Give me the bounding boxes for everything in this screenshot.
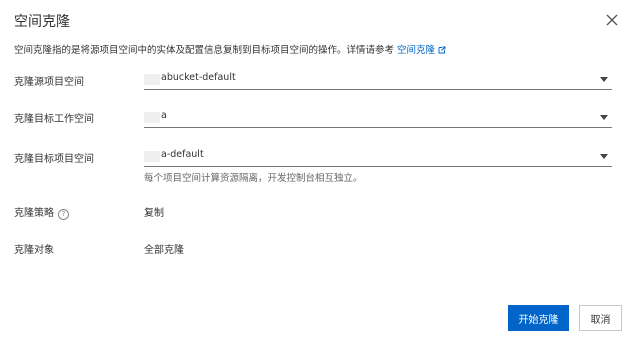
redacted-mask	[144, 74, 160, 85]
source-project-select[interactable]: abucket-default	[144, 71, 612, 90]
target-project-value: a-default	[161, 149, 204, 160]
description-text: 空间克隆指的是将源项目空间中的实体及配置信息复制到目标项目空间的操作。详情请参考	[14, 45, 395, 56]
redacted-mask	[144, 151, 160, 162]
redacted-mask	[144, 112, 160, 123]
target-workspace-label: 克隆目标工作空间	[14, 114, 94, 125]
target-project-hint: 每个项目空间计算资源隔离，开发控制台相互独立。	[144, 173, 363, 184]
strategy-value: 复制	[144, 208, 164, 219]
target-workspace-select[interactable]: a	[144, 109, 612, 128]
external-link-icon	[438, 46, 446, 57]
dialog-description: 空间克隆指的是将源项目空间中的实体及配置信息复制到目标项目空间的操作。详情请参考…	[14, 42, 446, 57]
source-project-label: 克隆源项目空间	[14, 77, 84, 88]
cancel-button[interactable]: 取消	[579, 305, 622, 331]
doc-link-label: 空间克隆	[397, 45, 436, 56]
strategy-label: 克隆策略	[14, 208, 54, 219]
start-clone-button[interactable]: 开始克隆	[508, 305, 569, 331]
clone-dialog: 空间克隆 空间克隆指的是将源项目空间中的实体及配置信息复制到目标项目空间的操作。…	[0, 0, 632, 348]
chevron-down-icon[interactable]	[600, 154, 608, 159]
object-value: 全部克隆	[144, 245, 184, 256]
dialog-title: 空间克隆	[14, 14, 70, 30]
object-label: 克隆对象	[14, 245, 54, 256]
target-workspace-value: a	[161, 110, 167, 121]
source-project-value: abucket-default	[161, 72, 236, 83]
chevron-down-icon[interactable]	[600, 77, 608, 82]
doc-link[interactable]: 空间克隆	[397, 45, 446, 56]
target-project-label: 克隆目标项目空间	[14, 154, 94, 165]
close-icon[interactable]	[602, 10, 622, 30]
strategy-label-row: 克隆策略?	[14, 204, 69, 220]
target-project-select[interactable]: a-default	[144, 148, 612, 167]
chevron-down-icon[interactable]	[600, 115, 608, 120]
question-circle-icon[interactable]: ?	[58, 209, 69, 220]
